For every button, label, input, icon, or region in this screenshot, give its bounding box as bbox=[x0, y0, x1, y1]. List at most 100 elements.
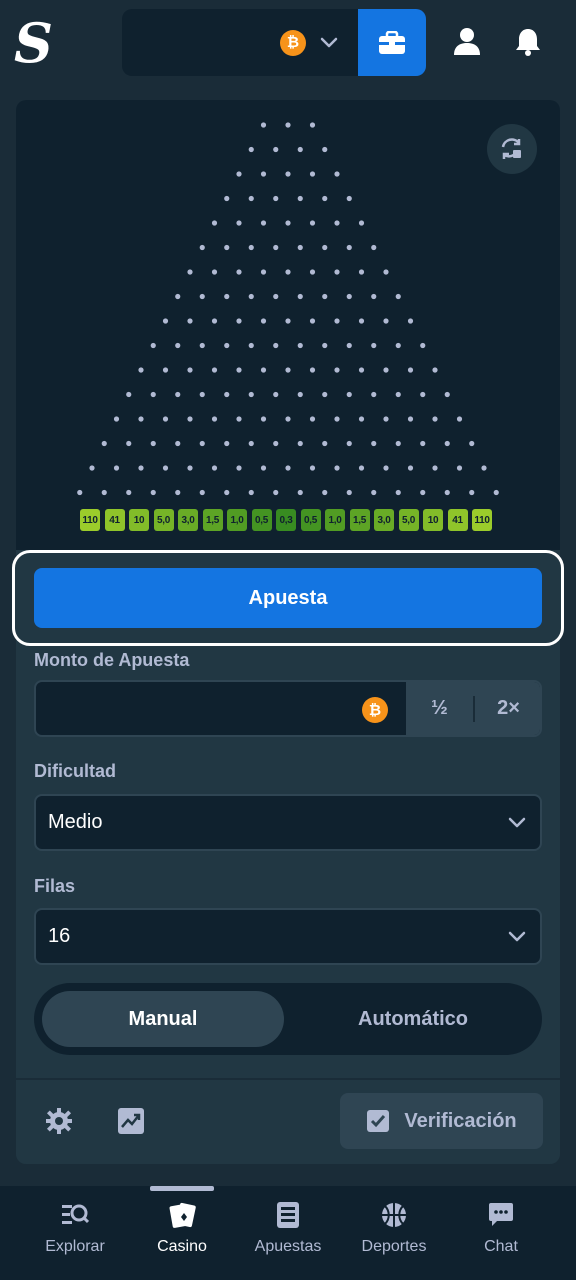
peg bbox=[358, 269, 365, 275]
peg bbox=[322, 293, 328, 300]
peg bbox=[346, 440, 352, 447]
peg bbox=[383, 318, 389, 324]
refresh-icon bbox=[501, 138, 521, 159]
multiplier-slot: 1,5 bbox=[349, 509, 370, 531]
peg bbox=[211, 416, 218, 422]
difficulty-select[interactable]: Medio bbox=[34, 794, 542, 851]
peg bbox=[285, 318, 291, 324]
peg bbox=[248, 342, 254, 349]
peg bbox=[273, 489, 279, 496]
peg bbox=[260, 367, 267, 373]
peg bbox=[101, 489, 107, 496]
manual-mode-tab[interactable]: Manual bbox=[42, 991, 284, 1047]
peg bbox=[273, 440, 279, 447]
peg bbox=[199, 391, 205, 398]
peg bbox=[285, 416, 291, 422]
peg bbox=[211, 367, 218, 373]
peg bbox=[371, 244, 377, 251]
peg bbox=[285, 220, 291, 226]
peg bbox=[334, 269, 340, 275]
peg bbox=[175, 440, 181, 447]
peg bbox=[456, 416, 463, 422]
peg bbox=[469, 489, 475, 496]
peg bbox=[236, 318, 242, 324]
peg bbox=[211, 220, 218, 226]
peg bbox=[260, 171, 267, 177]
peg bbox=[236, 220, 242, 226]
rows-label: Filas bbox=[34, 876, 76, 896]
peg bbox=[322, 195, 328, 202]
bet-amount-input[interactable] bbox=[36, 682, 406, 735]
peg bbox=[285, 465, 291, 471]
peg bbox=[432, 465, 438, 471]
peg bbox=[199, 440, 205, 447]
peg bbox=[199, 293, 205, 300]
verification-button[interactable]: Verificación bbox=[340, 1093, 543, 1149]
peg bbox=[273, 342, 279, 349]
peg bbox=[150, 342, 156, 349]
peg bbox=[309, 269, 316, 275]
peg bbox=[236, 171, 242, 177]
peg bbox=[383, 367, 389, 373]
nav-explorar[interactable]: Explorar bbox=[25, 1200, 125, 1270]
peg bbox=[138, 367, 144, 373]
peg bbox=[187, 416, 193, 422]
peg bbox=[407, 367, 414, 373]
active-tab-indicator bbox=[150, 1186, 214, 1191]
nav-casino[interactable]: Casino bbox=[132, 1200, 232, 1270]
nav-apuestas[interactable]: Apuestas bbox=[238, 1200, 338, 1270]
multiplier-slot: 1,0 bbox=[325, 509, 345, 531]
peg bbox=[346, 293, 352, 300]
stats-chart-icon[interactable] bbox=[116, 1106, 146, 1136]
peg bbox=[162, 367, 169, 373]
half-bet-button[interactable]: ½ bbox=[406, 697, 473, 720]
peg bbox=[101, 440, 107, 447]
shield-check-icon bbox=[367, 1110, 390, 1132]
peg bbox=[150, 391, 156, 398]
peg bbox=[248, 244, 254, 251]
peg bbox=[395, 293, 401, 300]
peg bbox=[162, 416, 169, 422]
double-bet-button[interactable]: 2× bbox=[475, 697, 540, 720]
peg bbox=[273, 293, 279, 300]
peg bbox=[309, 367, 316, 373]
rows-select[interactable]: 16 bbox=[34, 908, 542, 965]
peg bbox=[395, 440, 401, 447]
peg bbox=[420, 391, 426, 398]
peg bbox=[199, 342, 205, 349]
chat-icon bbox=[486, 1200, 516, 1230]
peg bbox=[187, 318, 193, 324]
mode-toggle: Manual Automático bbox=[34, 983, 542, 1055]
peg bbox=[481, 465, 487, 471]
peg bbox=[444, 489, 450, 496]
nav-chat[interactable]: Chat bbox=[451, 1200, 551, 1270]
bet-amount-modifiers: ½ 2× bbox=[406, 682, 540, 735]
multiplier-slot: 10 bbox=[129, 509, 149, 531]
peg bbox=[175, 489, 181, 496]
peg bbox=[248, 489, 254, 496]
peg bbox=[236, 465, 242, 471]
nav-deportes[interactable]: Deportes bbox=[344, 1200, 444, 1270]
peg bbox=[420, 440, 426, 447]
toggle-view-button[interactable] bbox=[487, 124, 537, 174]
peg bbox=[334, 220, 340, 226]
multiplier-slot: 1,0 bbox=[227, 509, 247, 531]
bet-button[interactable]: Apuesta bbox=[34, 568, 542, 628]
multiplier-slot: 110 bbox=[472, 509, 492, 531]
peg bbox=[334, 318, 340, 324]
peg bbox=[309, 220, 316, 226]
bet-amount-field[interactable]: ₿ ½ 2× bbox=[34, 680, 542, 737]
peg bbox=[224, 391, 230, 398]
peg bbox=[113, 416, 120, 422]
peg bbox=[285, 269, 291, 275]
peg bbox=[383, 269, 389, 275]
gear-icon[interactable] bbox=[44, 1106, 74, 1136]
nav-label: Apuestas bbox=[254, 1238, 322, 1255]
peg bbox=[309, 416, 316, 422]
peg bbox=[162, 318, 169, 324]
peg bbox=[236, 416, 242, 422]
peg bbox=[371, 489, 377, 496]
auto-mode-tab[interactable]: Automático bbox=[292, 991, 534, 1047]
basketball-icon bbox=[379, 1200, 409, 1230]
peg bbox=[260, 269, 267, 275]
